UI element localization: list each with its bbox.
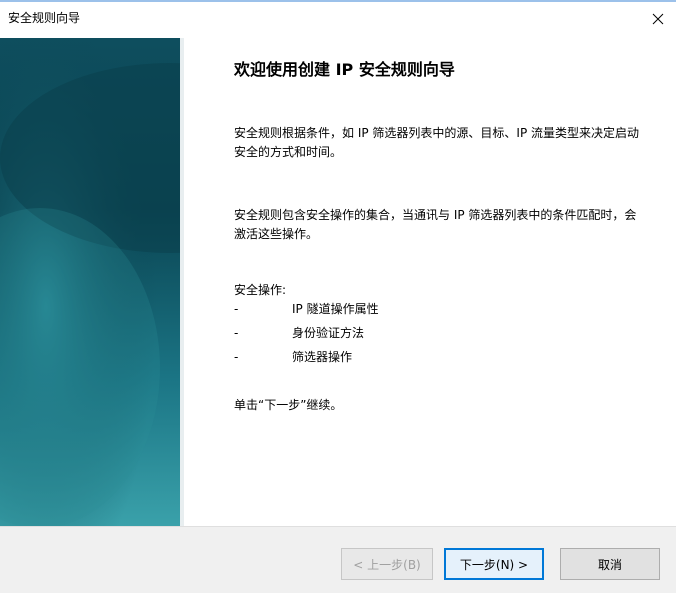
bullet-dash: - — [234, 350, 239, 364]
title-bar: 安全规则向导 — [0, 4, 676, 34]
wizard-heading: 欢迎使用创建 IP 安全规则向导 — [234, 60, 455, 79]
operation-item: - IP 隧道操作属性 — [234, 300, 644, 324]
cancel-button[interactable]: 取消 — [560, 548, 660, 580]
bullet-dash: - — [234, 302, 239, 316]
next-button[interactable]: 下一步(N) > — [444, 548, 544, 580]
description-paragraph-2: 安全规则包含安全操作的集合，当通讯与 IP 筛选器列表中的条件匹配时，会激活这些… — [234, 208, 637, 241]
operation-label: 身份验证方法 — [292, 326, 365, 340]
wizard-window: 安全规则向导 欢迎使用创建 IP 安全规则向导 安全规则根据条件，如 IP 筛选… — [0, 0, 676, 593]
operation-label: IP 隧道操作属性 — [292, 302, 379, 316]
continue-instruction: 单击“下一步”继续。 — [234, 398, 343, 412]
description-paragraph-1: 安全规则根据条件，如 IP 筛选器列表中的源、目标、IP 流量类型来决定启动安全… — [234, 126, 639, 159]
top-accent-line — [0, 0, 676, 2]
close-button[interactable] — [640, 4, 676, 34]
operation-item: - 身份验证方法 — [234, 324, 644, 348]
window-title: 安全规则向导 — [8, 11, 81, 25]
close-icon — [652, 13, 664, 25]
wizard-content: 欢迎使用创建 IP 安全规则向导 安全规则根据条件，如 IP 筛选器列表中的源、… — [234, 50, 644, 415]
operation-label: 筛选器操作 — [292, 350, 353, 364]
back-button[interactable]: < 上一步(B) — [341, 548, 433, 580]
wizard-banner-image — [0, 38, 184, 526]
button-bar: < 上一步(B) 下一步(N) > 取消 — [0, 526, 676, 593]
operation-item: - 筛选器操作 — [234, 348, 644, 372]
bullet-dash: - — [234, 326, 239, 340]
security-operations-section: 安全操作: - IP 隧道操作属性 - 身份验证方法 - 筛选器操作 — [234, 281, 644, 372]
operations-title: 安全操作: — [234, 283, 287, 297]
